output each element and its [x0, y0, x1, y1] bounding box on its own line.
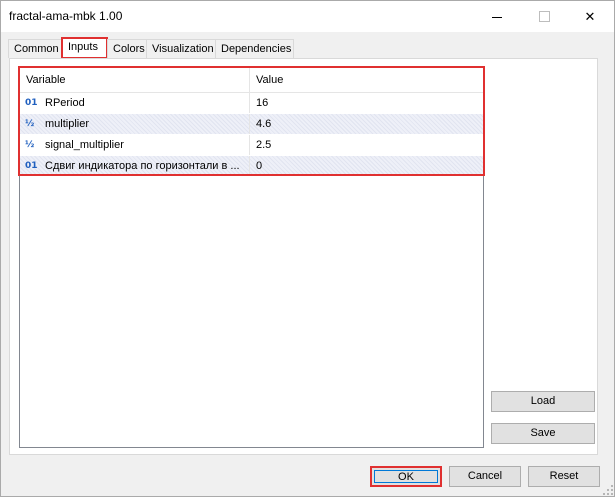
column-header-variable[interactable]: Variable	[20, 68, 250, 92]
close-button[interactable]: ✕	[567, 1, 613, 32]
ok-label: OK	[374, 470, 438, 483]
variable-name: signal_multiplier	[45, 139, 124, 151]
table-row[interactable]: ½ multiplier 4.6	[20, 114, 483, 135]
grid-header: Variable Value	[20, 68, 483, 93]
value-cell[interactable]: 16	[250, 93, 483, 113]
title-bar[interactable]: fractal-ama-mbk 1.00 ✕	[1, 1, 614, 32]
double-type-icon: ½	[25, 119, 35, 129]
inputs-grid: Variable Value 01 RPeriod 16 ½ multiplie…	[20, 68, 483, 177]
variable-name: RPeriod	[45, 97, 85, 109]
double-type-icon: ½	[25, 140, 35, 150]
tab-colors[interactable]: Colors	[107, 39, 147, 58]
cancel-button[interactable]: Cancel	[449, 466, 521, 487]
tab-inputs[interactable]: Inputs	[61, 37, 108, 59]
tab-common[interactable]: Common	[8, 39, 62, 58]
close-icon: ✕	[584, 8, 596, 24]
minimize-button[interactable]	[474, 1, 520, 32]
table-row[interactable]: ½ signal_multiplier 2.5	[20, 135, 483, 156]
variable-name: multiplier	[45, 118, 90, 130]
table-row[interactable]: 01 RPeriod 16	[20, 93, 483, 114]
table-row[interactable]: 01 Сдвиг индикатора по горизонтали в ...…	[20, 156, 483, 177]
maximize-icon	[538, 11, 550, 22]
tab-dependencies[interactable]: Dependencies	[215, 39, 294, 58]
column-header-value[interactable]: Value	[250, 68, 483, 92]
resize-grip-icon[interactable]	[603, 485, 613, 495]
value-cell[interactable]: 0	[250, 156, 483, 176]
window-title: fractal-ama-mbk 1.00	[9, 9, 123, 23]
load-button[interactable]: Load	[491, 391, 595, 412]
minimize-icon	[492, 17, 502, 18]
value-cell[interactable]: 4.6	[250, 114, 483, 134]
value-cell[interactable]: 2.5	[250, 135, 483, 155]
save-button[interactable]: Save	[491, 423, 595, 444]
maximize-button	[521, 1, 567, 32]
integer-type-icon: 01	[25, 161, 38, 171]
integer-type-icon: 01	[25, 98, 38, 108]
reset-button[interactable]: Reset	[528, 466, 600, 487]
ok-button[interactable]: OK	[370, 466, 442, 487]
variable-name: Сдвиг индикатора по горизонтали в ...	[45, 160, 240, 172]
tab-visualization[interactable]: Visualization	[146, 39, 216, 58]
